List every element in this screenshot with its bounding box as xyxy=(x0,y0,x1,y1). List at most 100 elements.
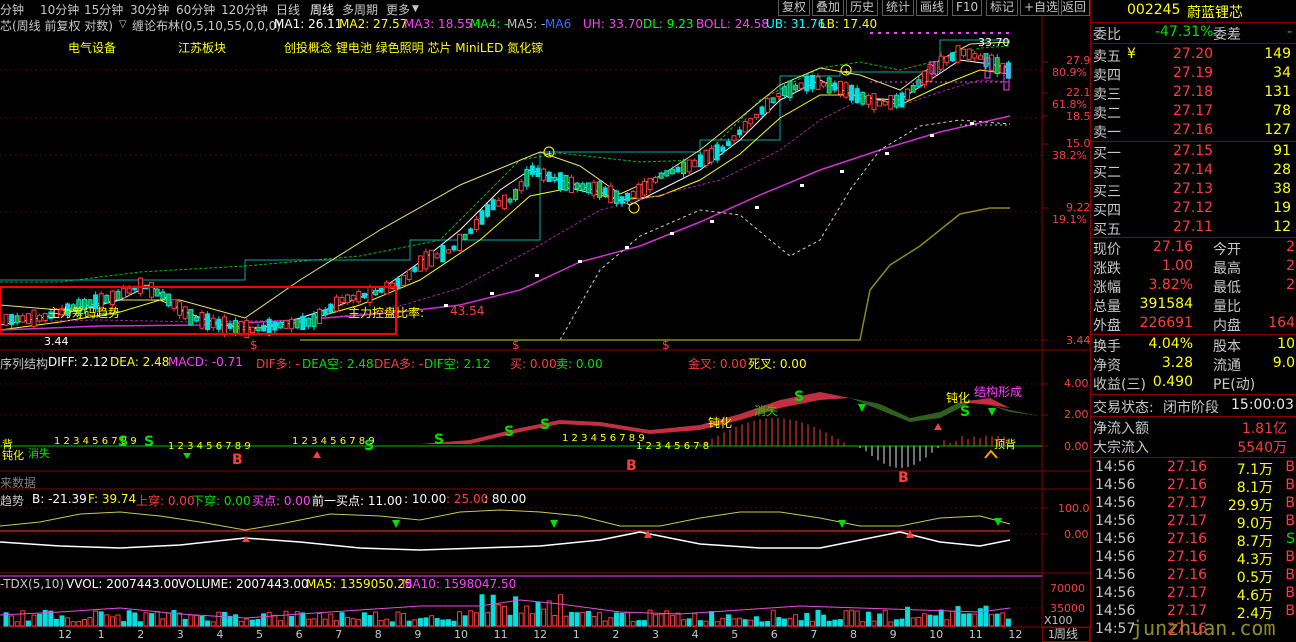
candle-body xyxy=(361,292,367,299)
ask-row[interactable]: 卖三 27.18 131 xyxy=(1093,84,1296,103)
tick-row[interactable]: 14:56 27.17 2.4万 B xyxy=(1093,603,1296,622)
tick-row[interactable]: 14:56 27.17 4.6万 B xyxy=(1093,585,1296,604)
ask-row[interactable]: 卖四 27.19 34 xyxy=(1093,65,1296,84)
stat-value-2: 164 xyxy=(1268,315,1295,331)
volume-bar xyxy=(412,619,418,627)
stat2-row[interactable]: 收益(三) 0.490 PE(动) xyxy=(1093,374,1296,393)
candle-body xyxy=(406,269,412,281)
mark-button[interactable]: 标记 xyxy=(986,0,1019,16)
trend-down-value: 下穿: 0.00 xyxy=(192,494,251,508)
candle-body xyxy=(669,168,675,175)
block-inflow-value: 5540万 xyxy=(1237,440,1287,456)
candle-body xyxy=(977,55,983,60)
candle-body xyxy=(227,323,233,329)
x-axis-label: 2 xyxy=(612,628,620,641)
stat2-value-2: 10 xyxy=(1277,336,1295,352)
candle-body xyxy=(905,88,911,101)
stat2-row[interactable]: 换手 4.04% 股本 10 xyxy=(1093,336,1296,355)
volume-bar xyxy=(882,609,888,627)
ask-row[interactable]: 卖一 27.16 127 xyxy=(1093,122,1296,141)
volume-bar xyxy=(272,614,278,627)
draw-button[interactable]: 画线 xyxy=(916,0,949,16)
candle-body xyxy=(837,80,843,95)
stat-label-2: 最低 xyxy=(1213,280,1241,296)
stat2-value: 4.04% xyxy=(1148,336,1193,352)
vol-title[interactable]: -TDX(5,10) xyxy=(0,577,64,591)
volume-bar xyxy=(933,615,939,627)
stat2-row[interactable]: 净资 3.28 流通 9.0 xyxy=(1093,355,1296,374)
volume-bar xyxy=(468,610,474,627)
macd-label-xiaoshi2: 消失 xyxy=(754,404,779,418)
dea-duo-value: DEA多: - xyxy=(374,357,424,371)
candle-body xyxy=(171,299,177,310)
trade-time-value: 15:00:03 xyxy=(1231,397,1294,413)
golden-cross-value: 金叉: 0.00 xyxy=(688,357,747,371)
tick-side: B xyxy=(1285,477,1295,493)
candle-body xyxy=(261,324,267,332)
candle-body xyxy=(300,315,306,331)
tick-row[interactable]: 14:56 27.16 8.1万 B xyxy=(1093,477,1296,496)
bid-row[interactable]: 买五 27.11 12 xyxy=(1093,219,1296,238)
period-tab[interactable]: 周线 xyxy=(1042,627,1090,642)
ask-row[interactable]: 卖五 ¥27.20 149 xyxy=(1093,46,1296,65)
tick-side: S xyxy=(1286,531,1295,547)
stat-row[interactable]: 总量 391584 量比 xyxy=(1093,296,1296,315)
f10-button[interactable]: F10 xyxy=(952,0,983,16)
ask-price: 27.16 xyxy=(1173,122,1214,138)
tick-row[interactable]: 14:57 27.16 xyxy=(1093,621,1296,640)
candle-body xyxy=(513,189,519,201)
stat-row[interactable]: 涨跌 1.00 最高 2 xyxy=(1093,258,1296,277)
block-inflow-row: 大宗流入 5540万 xyxy=(1093,437,1296,456)
fuquan-button[interactable]: 复权 xyxy=(778,0,811,16)
stat-label: 涨幅 xyxy=(1093,280,1121,296)
macd-title[interactable]: 序列结构 xyxy=(0,355,48,372)
stats-button[interactable]: 统计 xyxy=(882,0,915,16)
volume-bar xyxy=(877,613,883,627)
x-axis-label: 3 xyxy=(652,628,659,641)
back-button[interactable]: 返回 xyxy=(1058,0,1091,16)
volume-bar xyxy=(686,618,692,627)
history-button[interactable]: 历史 xyxy=(846,0,879,16)
candle-body xyxy=(793,84,799,91)
volume-bar xyxy=(921,613,927,627)
trend-tick-1: 100.0 xyxy=(1058,502,1090,515)
tick-row[interactable]: 14:56 27.16 8.7万 S xyxy=(1093,531,1296,550)
volume-bar xyxy=(188,614,194,627)
tick-row[interactable]: 14:56 27.17 29.9万 B xyxy=(1093,495,1296,514)
volume-bar xyxy=(9,615,15,627)
stat-row[interactable]: 现价 27.16 今开 2 xyxy=(1093,239,1296,258)
more-dropdown-icon[interactable]: ▼ xyxy=(412,4,419,14)
tick-row[interactable]: 14:56 27.16 4.3万 B xyxy=(1093,549,1296,568)
x-axis-label: 2 xyxy=(137,628,145,641)
bid-row[interactable]: 买四 27.12 19 xyxy=(1093,200,1296,219)
volume-bar xyxy=(765,621,771,627)
ask-row[interactable]: 卖二 27.17 78 xyxy=(1093,103,1296,122)
candle-body xyxy=(529,165,535,175)
tick-side: B xyxy=(1285,459,1295,475)
bid-row[interactable]: 买三 27.13 38 xyxy=(1093,181,1296,200)
candle-body xyxy=(636,183,642,200)
tick-side: B xyxy=(1285,567,1295,583)
tick-price: 27.16 xyxy=(1167,477,1208,493)
tick-row[interactable]: 14:56 27.16 0.5万 B xyxy=(1093,567,1296,586)
tick-row[interactable]: 14:56 27.17 9.0万 B xyxy=(1093,513,1296,532)
future-data-label: 来数据 xyxy=(0,476,37,490)
overlay-button[interactable]: 叠加 xyxy=(812,0,845,16)
tick-row[interactable]: 14:56 27.16 7.1万 B xyxy=(1093,459,1296,478)
trend-prev-value: 前一买点: 11.00 xyxy=(312,494,403,508)
kline-chart-area[interactable]: + + xyxy=(0,16,1090,642)
volume-bar xyxy=(518,612,524,627)
trend-title[interactable]: 趋势 xyxy=(0,492,24,509)
quote-header: 002245 蔚蓝锂芯 xyxy=(1091,0,1296,22)
add-watchlist-button[interactable]: +自选 xyxy=(1020,0,1063,16)
candle-body xyxy=(804,76,810,92)
bid-row[interactable]: 买二 27.14 28 xyxy=(1093,162,1296,181)
bid-row[interactable]: 买一 27.15 91 xyxy=(1093,143,1296,162)
volume-bar xyxy=(955,606,961,627)
stat-row[interactable]: 外盘 226691 内盘 164 xyxy=(1093,315,1296,334)
stat-row[interactable]: 涨幅 3.82% 最低 2 xyxy=(1093,277,1296,296)
volume-bar xyxy=(865,611,871,627)
volume-bar xyxy=(989,614,995,627)
volume-bar xyxy=(423,617,429,627)
weicha-label: 委差 xyxy=(1213,27,1241,43)
